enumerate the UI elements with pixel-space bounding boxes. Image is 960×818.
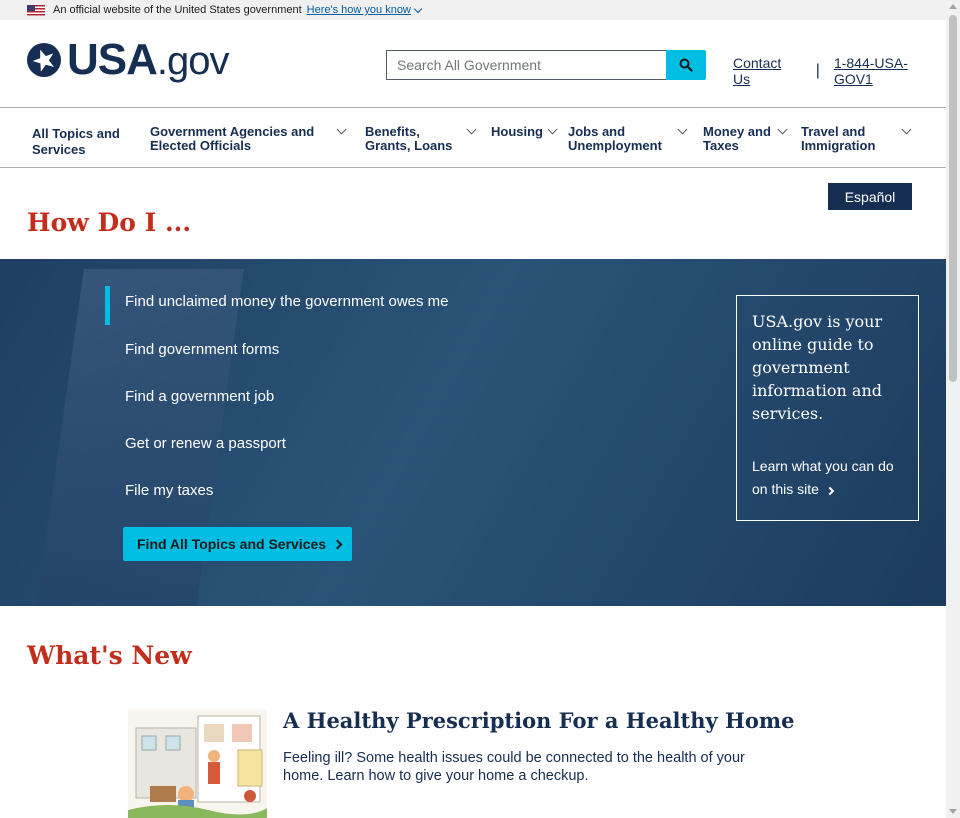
chevron-down-icon (413, 4, 423, 13)
hero-link-government-forms[interactable]: Find government forms (125, 341, 279, 358)
active-link-accent (105, 286, 110, 325)
search-icon (679, 58, 693, 72)
us-flag-icon (27, 4, 45, 16)
search-input[interactable] (386, 50, 666, 80)
chevron-right-icon (332, 539, 343, 549)
main-nav: All Topics and Services Government Agenc… (0, 108, 946, 168)
news-article-title[interactable]: A Healthy Prescription For a Healthy Hom… (283, 708, 794, 733)
chevron-down-icon (677, 124, 688, 135)
site-guide-text: USA.gov is your online guide to governme… (752, 312, 883, 423)
nav-item-housing[interactable]: Housing (491, 124, 558, 139)
healthy-home-illustration[interactable] (128, 710, 267, 818)
search-form (386, 50, 706, 80)
nav-item-agencies[interactable]: Government Agencies and Elected Official… (150, 124, 347, 153)
usa-gov-logo[interactable]: USA.gov (27, 35, 230, 84)
nav-item-travel[interactable]: Travel and Immigration (801, 124, 912, 153)
hero-link-unclaimed-money[interactable]: Find unclaimed money the government owes… (125, 293, 449, 310)
gov-banner: An official website of the United States… (0, 0, 946, 20)
site-header: USA.gov Contact Us | 1-844-USA-GOV1 (0, 20, 946, 108)
scroll-down-arrow-icon[interactable] (949, 809, 957, 814)
gov-banner-text: An official website of the United States… (53, 4, 302, 16)
nav-item-benefits[interactable]: Benefits, Grants, Loans (365, 124, 477, 153)
chevron-down-icon (336, 124, 347, 135)
header-separator: | (815, 62, 820, 79)
how-do-i-heading: How Do I ... (27, 208, 192, 237)
nav-item-money[interactable]: Money and Taxes (703, 124, 788, 153)
star-icon (27, 43, 61, 77)
scroll-thumb[interactable] (949, 15, 957, 382)
scroll-up-arrow-icon[interactable] (949, 4, 957, 9)
logo-main: USA (67, 35, 158, 84)
chevron-down-icon (547, 124, 558, 135)
heres-how-you-know-link[interactable]: Here's how you know (307, 4, 423, 16)
page-scrollbar[interactable] (946, 0, 960, 818)
find-all-topics-button[interactable]: Find All Topics and Services (123, 527, 352, 561)
contact-us-link[interactable]: Contact Us (733, 55, 802, 87)
chevron-right-icon (825, 486, 835, 496)
news-article-description: Feeling ill? Some health issues could be… (283, 750, 745, 784)
chevron-down-icon (466, 124, 477, 135)
espanol-button[interactable]: Español (828, 183, 912, 210)
site-guide-box: USA.gov is your online guide to governme… (736, 295, 919, 521)
hero-link-government-job[interactable]: Find a government job (125, 388, 274, 405)
logo-suffix: .gov (156, 39, 230, 83)
nav-item-all-topics[interactable]: All Topics and Services (32, 126, 132, 158)
hero-link-taxes[interactable]: File my taxes (125, 482, 213, 499)
chevron-down-icon (777, 124, 788, 135)
learn-what-you-can-do-link[interactable]: Learn what you can do on this site (752, 455, 903, 501)
phone-link[interactable]: 1-844-USA-GOV1 (834, 55, 946, 87)
nav-item-jobs[interactable]: Jobs and Unemployment (568, 124, 688, 153)
hero-link-passport[interactable]: Get or renew a passport (125, 435, 286, 452)
whats-new-heading: What's New (27, 641, 192, 670)
chevron-down-icon (901, 124, 912, 135)
search-button[interactable] (666, 50, 706, 80)
header-contact: Contact Us | 1-844-USA-GOV1 (733, 55, 946, 87)
hero-section: Find unclaimed money the government owes… (0, 259, 946, 606)
